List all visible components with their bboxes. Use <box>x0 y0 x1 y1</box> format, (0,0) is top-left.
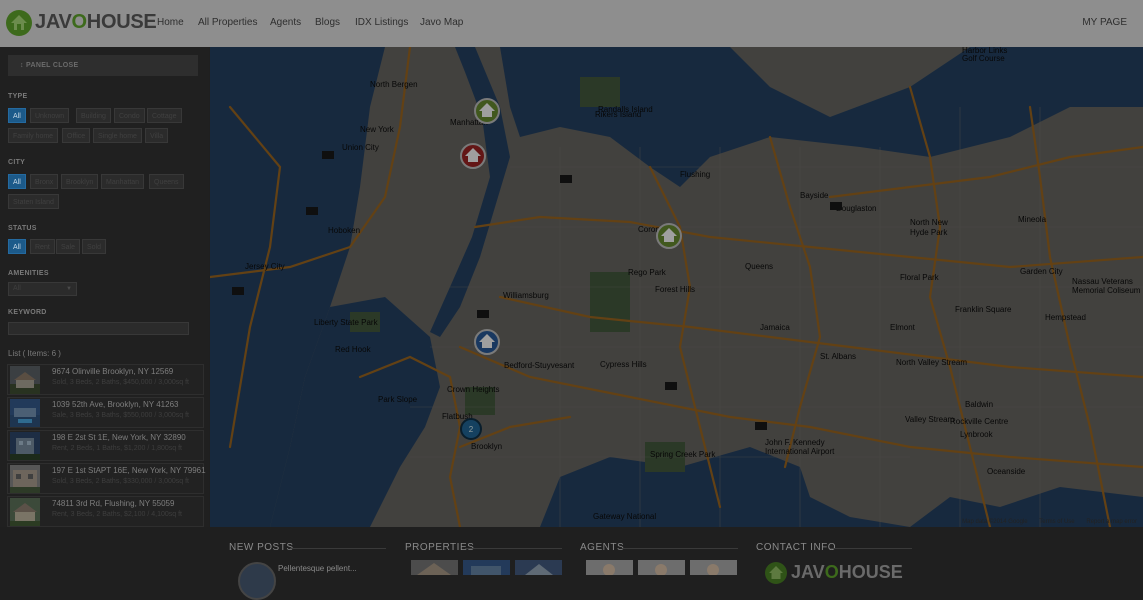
top-header: JAVOHOUSE Home All Properties Agents Blo… <box>0 0 1143 47</box>
type-chip-cottage[interactable]: Cottage <box>147 108 182 123</box>
listing-item[interactable]: 197 E 1st StAPT 16E, New York, NY 79961 … <box>7 463 206 494</box>
footer-logo-wordmark: JAVOHOUSE <box>791 562 903 582</box>
listing-thumbnail <box>10 465 40 493</box>
status-chip-rent[interactable]: Rent <box>30 239 55 254</box>
listing-thumbnail <box>10 498 40 526</box>
keyword-heading: KEYWORD <box>8 309 47 316</box>
logo-wordmark: JAVOHOUSE <box>35 11 157 33</box>
listing-address: 74811 3rd Rd, Flushing, NY 55059 <box>52 499 175 508</box>
nav-agents[interactable]: Agents <box>270 17 301 28</box>
nav-idx-listings[interactable]: IDX Listings <box>355 17 408 28</box>
house-logo-icon <box>6 10 32 36</box>
map-terms-link[interactable]: Terms of Use <box>1039 519 1074 525</box>
type-chip-all[interactable]: All <box>8 108 26 123</box>
listing-thumbnail <box>10 399 40 427</box>
amenities-select[interactable]: All ▼ <box>8 282 77 296</box>
type-heading: TYPE <box>8 93 28 100</box>
type-chip-office[interactable]: Office <box>62 128 91 143</box>
footer-agent-photo[interactable] <box>586 560 633 575</box>
map-canvas[interactable]: North Bergen Manhattan Union City New Yo… <box>210 47 1143 527</box>
nav-blogs[interactable]: Blogs <box>315 17 340 28</box>
type-chip-villa[interactable]: Villa <box>145 128 169 143</box>
footer-post-title[interactable]: Pellentesque pellent... <box>278 564 357 573</box>
divider <box>290 548 386 549</box>
listing-thumbnail <box>10 432 40 460</box>
footer-agent-photo[interactable] <box>690 560 737 575</box>
listing-address: 198 E 2st St 1E, New York, NY 32890 <box>52 433 186 442</box>
listing-details: Rent, 3 Beds, 2 Baths, $2,100 / 4,100sq … <box>52 511 182 518</box>
type-chip-family-home[interactable]: Family home <box>8 128 59 143</box>
panel-close-button[interactable]: ↕ PANEL CLOSE <box>8 55 198 76</box>
listing-item[interactable]: 1039 52th Ave, Brooklyn, NY 41263 Sale, … <box>7 397 204 428</box>
type-chip-building[interactable]: Building <box>76 108 111 123</box>
footer-property-thumbnail[interactable] <box>411 560 458 575</box>
listing-details: Sold, 3 Beds, 2 Baths, $330,000 / 3,000s… <box>52 478 189 485</box>
map-report-error-link[interactable]: Report a map error <box>1086 519 1137 525</box>
property-map[interactable]: North Bergen Manhattan Union City New Yo… <box>210 47 1143 527</box>
listing-item[interactable]: 74811 3rd Rd, Flushing, NY 55059 Rent, 3… <box>7 496 204 527</box>
listing-thumbnail <box>10 366 40 394</box>
my-page-link[interactable]: MY PAGE <box>1082 17 1127 28</box>
footer-property-thumbnail[interactable] <box>515 560 562 575</box>
city-chip-manhattan[interactable]: Manhattan <box>101 174 145 189</box>
city-chip-bronx[interactable]: Bronx <box>30 174 59 189</box>
map-attribution: Map data ©2014 Google Terms of Use Repor… <box>952 519 1137 525</box>
post-thumbnail[interactable] <box>238 562 276 600</box>
divider <box>622 548 738 549</box>
amenities-heading: AMENITIES <box>8 270 49 277</box>
footer-agent-photo[interactable] <box>638 560 685 575</box>
house-logo-icon <box>765 562 787 584</box>
listing-address: 9674 Olinville Brooklyn, NY 12569 <box>52 367 174 376</box>
type-chip-single-home[interactable]: Single home <box>93 128 142 143</box>
nav-home[interactable]: Home <box>157 17 184 28</box>
listing-item[interactable]: 9674 Olinville Brooklyn, NY 12569 Sold, … <box>7 364 204 395</box>
footer-new-posts-heading: NEW POSTS <box>229 542 294 553</box>
footer-property-thumbnail[interactable] <box>463 560 510 575</box>
type-chip-condo[interactable]: Condo <box>114 108 145 123</box>
keyword-input[interactable] <box>8 322 189 335</box>
footer-properties-heading: PROPERTIES <box>405 542 475 553</box>
listing-details: Rent, 2 Beds, 1 Baths, $1,200 / 1,800sq … <box>52 445 182 452</box>
divider <box>830 548 912 549</box>
nav-javo-map[interactable]: Javo Map <box>420 17 463 28</box>
city-chip-queens[interactable]: Queens <box>149 174 184 189</box>
listing-address: 1039 52th Ave, Brooklyn, NY 41263 <box>52 400 179 409</box>
divider <box>465 548 562 549</box>
nav-all-properties[interactable]: All Properties <box>198 17 257 28</box>
listing-details: Sold, 3 Beds, 2 Baths, $450,000 / 3,000s… <box>52 379 189 386</box>
amenities-value: All <box>13 285 21 292</box>
listing-item[interactable]: 198 E 2st St 1E, New York, NY 32890 Rent… <box>7 430 204 461</box>
status-chip-sold[interactable]: Sold <box>82 239 107 254</box>
type-chip-unknown[interactable]: Unknown <box>30 108 70 123</box>
city-chip-brooklyn[interactable]: Brooklyn <box>61 174 99 189</box>
footer-agents-heading: AGENTS <box>580 542 625 553</box>
listing-address: 197 E 1st StAPT 16E, New York, NY 79961 <box>52 466 206 475</box>
listing-details: Sale, 3 Beds, 3 Baths, $550,000 / 3,000s… <box>52 412 189 419</box>
footer-contact-heading: CONTACT INFO <box>756 542 837 553</box>
city-heading: CITY <box>8 159 26 166</box>
city-chip-staten-island[interactable]: Staten Island <box>8 194 59 209</box>
map-data-credit: Map data ©2014 Google <box>962 519 1028 525</box>
status-heading: STATUS <box>8 225 37 232</box>
chevron-down-icon: ▼ <box>66 286 72 292</box>
status-chip-sale[interactable]: Sale <box>56 239 81 254</box>
status-chip-all[interactable]: All <box>8 239 26 254</box>
list-count: List ( Items: 6 ) <box>8 349 61 358</box>
page-footer: NEW POSTS PROPERTIES AGENTS CONTACT INFO… <box>0 527 1143 600</box>
city-chip-all[interactable]: All <box>8 174 26 189</box>
filter-sidebar: ↕ PANEL CLOSE TYPE All Unknown Building … <box>0 47 209 527</box>
